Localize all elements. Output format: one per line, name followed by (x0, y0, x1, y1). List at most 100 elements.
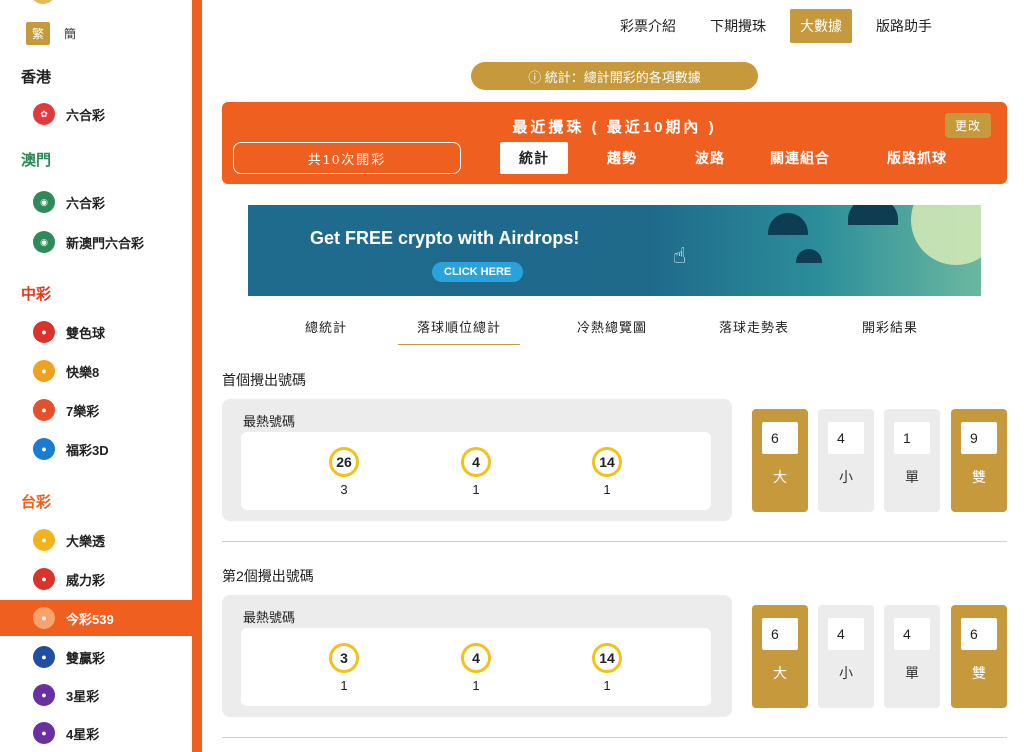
sidebar-item-label: 雙贏彩 (66, 650, 106, 666)
stat-value: 4 (894, 618, 930, 650)
subtab-trend-table[interactable]: 落球走勢表 (719, 317, 789, 344)
sidebar-item-label: 福彩3D (66, 442, 109, 458)
sidebar-item-3star[interactable]: ● 3星彩 (0, 677, 192, 713)
stat-big: 6 大 (752, 409, 808, 512)
daily539-icon: ● (33, 607, 55, 629)
lang-traditional-button[interactable]: 繁 (26, 22, 51, 45)
sidebar-item-label: 4星彩 (66, 726, 100, 742)
sidebar-item-label: 雙色球 (66, 325, 106, 341)
stat-value: 4 (828, 618, 864, 650)
top-nav: 彩票介紹 下期攪珠 大數據 版路助手 (610, 9, 956, 43)
stat-label: 雙 (972, 469, 986, 485)
hot-numbers-label: 最熱號碼 (243, 610, 296, 625)
stat-value: 6 (762, 618, 798, 650)
draw-count-badge: 共10次開彩 (233, 142, 461, 174)
stat-label: 大 (773, 665, 787, 681)
ad-click-button[interactable]: CLICK HERE (432, 262, 524, 282)
draw-panel: 最近攪珠 ( 最近10期內 ) 更改 共10次開彩 統計 趨勢 波路 關連組合 … (222, 102, 1007, 184)
happy8-icon: ● (33, 360, 55, 382)
sidebar-item-4star[interactable]: ● 4星彩 (0, 715, 192, 751)
sidebar-item-happy8[interactable]: ● 快樂8 (0, 353, 192, 389)
sidebar-item-new-macau-lottery[interactable]: ◉ 新澳門六合彩 (0, 224, 192, 260)
number-ball: 3 (329, 643, 359, 673)
sidebar-item-macau-lottery[interactable]: ◉ 六合彩 (0, 184, 192, 220)
nav-pattern-helper[interactable]: 版路助手 (866, 9, 942, 43)
ball-count: 3 (340, 482, 348, 497)
stat-label: 單 (905, 665, 919, 681)
hot-numbers-list: 26 3 4 1 14 1 (241, 432, 711, 510)
tab-statistics[interactable]: 統計 (500, 142, 568, 174)
sidebar-item-label: 六合彩 (66, 195, 106, 211)
sidebar-item-7-lottery[interactable]: ● 7樂彩 (0, 392, 192, 428)
hot-numbers-list: 3 1 4 1 14 1 (241, 628, 711, 706)
number-ball: 4 (461, 447, 491, 477)
language-switch: 繁 簡 (26, 22, 76, 45)
tab-trend[interactable]: 趨勢 (568, 142, 676, 174)
lang-simplified-button[interactable]: 簡 (64, 25, 76, 42)
stat-small: 4 小 (818, 605, 874, 708)
stat-value: 9 (961, 422, 997, 454)
subtab-total-stats[interactable]: 總統計 (305, 317, 347, 344)
stat-label: 單 (905, 469, 919, 485)
sidebar-item-label: 快樂8 (66, 364, 100, 380)
section-divider (222, 541, 1007, 542)
change-button[interactable]: 更改 (944, 113, 991, 138)
stat-even: 6 雙 (951, 605, 1007, 708)
hot-numbers-card: 最熱號碼 3 1 4 1 14 1 (222, 595, 732, 717)
sidebar-item-twin-win[interactable]: ● 雙贏彩 (0, 639, 192, 675)
sidebar-item-label: 六合彩 (66, 107, 106, 123)
stat-big: 6 大 (752, 605, 808, 708)
ball-count: 1 (603, 482, 611, 497)
tab-wave[interactable]: 波路 (676, 142, 744, 174)
sidebar-item-hk-lottery[interactable]: ✿ 六合彩 (0, 96, 192, 132)
hot-numbers-card: 最熱號碼 26 3 4 1 14 1 (222, 399, 732, 521)
moon-shape (911, 205, 981, 265)
region-taiwan-heading: 台彩 (21, 494, 52, 511)
section-divider (222, 737, 1007, 738)
lotto-icon: ● (33, 529, 55, 551)
tab-pattern-pick[interactable]: 版路抓球 (856, 142, 978, 174)
stat-value: 6 (961, 618, 997, 650)
region-macau-heading: 澳門 (21, 152, 52, 169)
tab-related-combos[interactable]: 關連組合 (744, 142, 856, 174)
hk-lottery-icon: ✿ (33, 103, 55, 125)
nav-next-draw[interactable]: 下期攪珠 (700, 9, 776, 43)
ball-count: 1 (472, 678, 480, 693)
sidebar-item-power-lottery[interactable]: ● 威力彩 (0, 561, 192, 597)
hot-numbers-label: 最熱號碼 (243, 414, 296, 429)
ball-count: 1 (603, 678, 611, 693)
sidebar-item-daily539[interactable]: ● 今彩539 (0, 600, 192, 636)
stat-label: 小 (839, 665, 853, 681)
region-china-heading: 中彩 (21, 286, 52, 303)
subtab-order-stats[interactable]: 落球順位總計 (398, 317, 521, 345)
sidebar-item-lotto[interactable]: ● 大樂透 (0, 522, 192, 558)
ball-count: 1 (340, 678, 348, 693)
stat-even: 9 雙 (951, 409, 1007, 512)
nav-big-data[interactable]: 大數據 (790, 9, 852, 43)
nav-lottery-intro[interactable]: 彩票介紹 (610, 9, 686, 43)
3star-icon: ● (33, 684, 55, 706)
stat-odd: 4 單 (884, 605, 940, 708)
panel-tabs: 統計 趨勢 波路 關連組合 版路抓球 (500, 142, 978, 174)
parachute-icon (768, 213, 808, 235)
number-ball: 26 (329, 447, 359, 477)
ball-count: 1 (472, 482, 480, 497)
subtab-draw-results[interactable]: 開彩結果 (862, 317, 918, 344)
sidebar-item-label: 新澳門六合彩 (66, 235, 145, 251)
sidebar-item-label: 威力彩 (66, 572, 106, 588)
parachute-icon (848, 205, 898, 225)
sidebar-item-label: 大樂透 (66, 533, 106, 549)
stat-value: 6 (762, 422, 798, 454)
sidebar-item-fucai3d[interactable]: ● 福彩3D (0, 431, 192, 467)
subtab-hot-cold[interactable]: 冷熱總覽圖 (577, 317, 647, 344)
double-color-ball-icon: ● (33, 321, 55, 343)
panel-title: 最近攪珠 ( 最近10期內 ) (512, 119, 717, 136)
stat-label: 大 (773, 469, 787, 485)
section-title: 第2個攪出號碼 (222, 568, 314, 584)
ad-banner[interactable]: Get FREE crypto with Airdrops! CLICK HER… (248, 205, 981, 296)
stat-small: 4 小 (818, 409, 874, 512)
sidebar-item-label: 3星彩 (66, 688, 100, 704)
sidebar-item-double-color-ball[interactable]: ● 雙色球 (0, 314, 192, 350)
fucai3d-icon: ● (33, 438, 55, 460)
number-ball: 4 (461, 643, 491, 673)
